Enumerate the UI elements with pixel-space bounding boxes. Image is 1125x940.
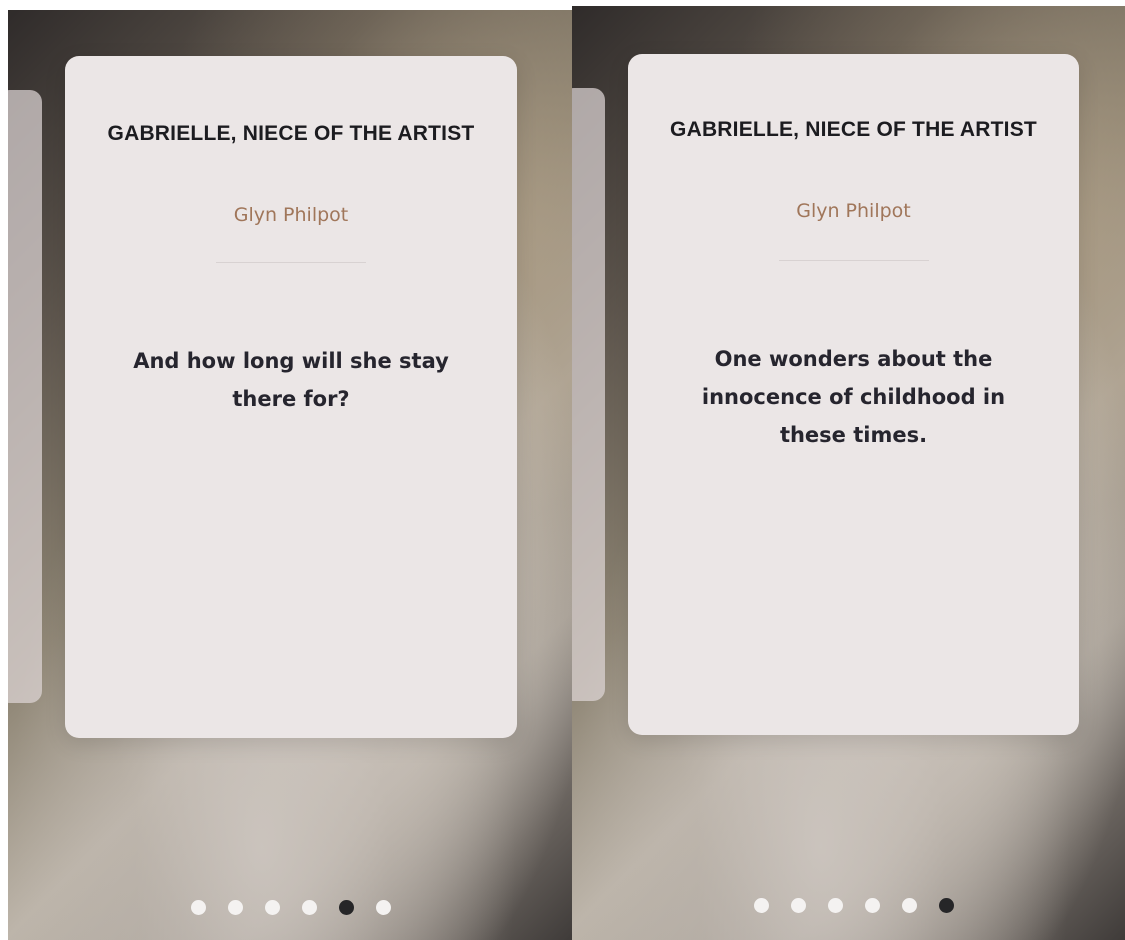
card-divider xyxy=(779,260,929,261)
page-dot[interactable] xyxy=(228,900,243,915)
quote-card[interactable]: GABRIELLE, NIECE OF THE ARTIST Glyn Phil… xyxy=(65,56,517,738)
screen-left: GABRIELLE, NIECE OF THE ARTIST Glyn Phil… xyxy=(8,10,572,940)
page-dot-active[interactable] xyxy=(339,900,354,915)
page-dot[interactable] xyxy=(865,898,880,913)
quote-text: One wonders about the innocence of child… xyxy=(701,347,1006,447)
card-divider xyxy=(216,262,366,263)
page-dot[interactable] xyxy=(265,900,280,915)
page-dot[interactable] xyxy=(302,900,317,915)
previous-card-peek[interactable] xyxy=(8,90,42,703)
artwork-title: GABRIELLE, NIECE OF THE ARTIST xyxy=(670,118,1037,141)
page-dot[interactable] xyxy=(191,900,206,915)
pagination-dots xyxy=(191,900,391,915)
page-dot-active[interactable] xyxy=(939,898,954,913)
artist-name[interactable]: Glyn Philpot xyxy=(65,204,517,226)
page-dot[interactable] xyxy=(828,898,843,913)
page-dot[interactable] xyxy=(902,898,917,913)
quote-card[interactable]: GABRIELLE, NIECE OF THE ARTIST Glyn Phil… xyxy=(628,54,1079,735)
pagination-dots xyxy=(754,898,954,913)
artist-name[interactable]: Glyn Philpot xyxy=(628,200,1079,222)
screen-right: GABRIELLE, NIECE OF THE ARTIST Glyn Phil… xyxy=(572,6,1125,940)
page-dot[interactable] xyxy=(791,898,806,913)
page-dot[interactable] xyxy=(376,900,391,915)
quote-text: And how long will she stay there for? xyxy=(133,349,449,411)
previous-card-peek[interactable] xyxy=(572,88,605,701)
artwork-title: GABRIELLE, NIECE OF THE ARTIST xyxy=(107,122,475,145)
page-dot[interactable] xyxy=(754,898,769,913)
